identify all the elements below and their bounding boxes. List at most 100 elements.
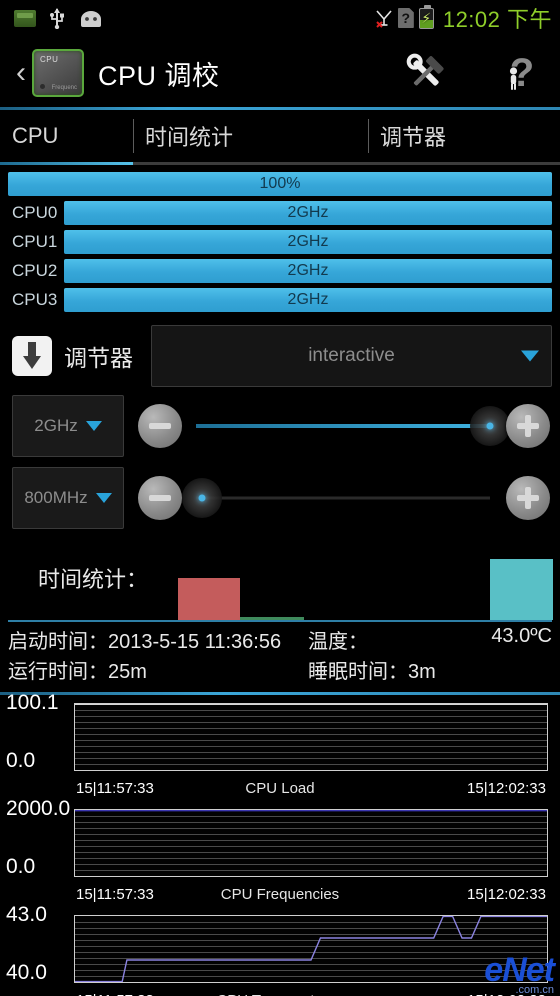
max-frequency-increase-button[interactable] [506, 404, 550, 448]
info-section: 启动时间：2013-5-15 11:36:56 温度： 43.0ºC 运行时间：… [0, 622, 560, 688]
tab-time-stats[interactable]: 时间统计 [133, 110, 368, 162]
min-frequency-select[interactable]: 800MHz [12, 467, 124, 529]
tools-button[interactable] [404, 51, 448, 95]
android-icon [78, 10, 104, 27]
cpu-frequencies-y-min: 0.0 [6, 855, 36, 878]
sdcard-icon [14, 9, 36, 27]
cpu-core-label: CPU1 [12, 232, 58, 251]
sim-unknown-icon: ? [397, 8, 414, 28]
cpu-temperatures-x-right: 15|12:02:33 [467, 992, 546, 996]
governor-label: 调节器 [64, 345, 133, 371]
uptime-label: 运行时间： [8, 660, 108, 683]
time-stats-label: 时间统计： [38, 567, 149, 592]
max-frequency-slider[interactable] [196, 404, 510, 448]
time-stats-bar-red [178, 578, 240, 620]
cpu-temperatures-y-min: 40.0 [6, 961, 47, 984]
tab-time-stats-label: 时间统计 [145, 125, 234, 150]
tab-governor-label: 调节器 [380, 125, 447, 150]
governor-select[interactable]: interactive [151, 325, 552, 387]
cpu-load-x-right: 15|12:02:33 [467, 780, 546, 797]
cpu-frequencies-x-right: 15|12:02:33 [467, 886, 546, 903]
cpu-load-row: 100% [8, 171, 552, 197]
tab-governor[interactable]: 调节器 [368, 110, 560, 162]
sleep-time: 睡眠时间：3m [308, 655, 552, 684]
sleep-time-label: 睡眠时间： [308, 660, 408, 683]
cpu-core-bar-value: 2GHz [287, 291, 329, 308]
time-stats-baseline [8, 620, 552, 622]
cpu-load-plot [74, 703, 548, 771]
section-divider [0, 692, 560, 695]
uptime: 运行时间：25m [8, 655, 308, 684]
status-bar-left-icons [0, 7, 104, 29]
cpu-temperatures-y-max: 43.0 [6, 903, 47, 926]
cpu-frequencies-graph: 2000.0 0.0 15|11:57:33 CPU Frequencies 1… [6, 797, 554, 907]
wrench-hammer-icon [406, 53, 444, 86]
time-stats-bar-teal [490, 559, 553, 620]
max-frequency-select[interactable]: 2GHz [12, 395, 124, 457]
tab-divider [368, 119, 369, 153]
info-row-uptime: 运行时间：25m 睡眠时间：3m [8, 654, 552, 684]
tab-indicator-strip [0, 162, 560, 165]
status-bar: ? ⚡ 12:02 下午 [0, 0, 560, 36]
cpu-frequencies-y-max: 2000.0 [6, 797, 71, 820]
cpu-temperatures-line [75, 916, 547, 982]
uptime-value: 25m [108, 660, 147, 683]
temperature-value: 43.0ºC [491, 624, 552, 647]
max-frequency-decrease-button[interactable] [138, 404, 182, 448]
min-frequency-slider[interactable] [181, 476, 490, 520]
chevron-down-icon [95, 493, 112, 503]
cpu-load-line [75, 704, 547, 770]
cpu-chip-icon[interactable]: CPU Frequenc [32, 49, 84, 97]
min-frequency-slider-thumb[interactable] [181, 478, 222, 518]
action-bar: ‹ CPU Frequenc CPU 调校 ? [0, 36, 560, 110]
governor-select-value: interactive [308, 345, 395, 366]
cpu-core-bar: 2GHz [64, 288, 552, 312]
usb-icon [49, 7, 65, 29]
cpu-core-bar-value: 2GHz [287, 262, 329, 279]
max-frequency-slider-fill [196, 424, 490, 428]
cpu-load-bar-value: 100% [259, 175, 301, 192]
tab-divider [133, 119, 134, 153]
cpu-core-label: CPU2 [12, 261, 58, 280]
download-icon[interactable] [12, 336, 52, 376]
back-button[interactable]: ‹ [12, 58, 30, 88]
cpu-load-bar: 100% [8, 172, 552, 196]
cpu-load-y-min: 0.0 [6, 749, 36, 772]
min-frequency-decrease-button[interactable] [138, 476, 182, 520]
cpu-core-label: CPU3 [12, 290, 58, 309]
min-frequency-increase-button[interactable] [506, 476, 550, 520]
status-bar-right-icons: ? ⚡ 12:02 下午 [375, 0, 552, 36]
page-title: CPU 调校 [98, 60, 220, 91]
min-frequency-row: 800MHz [0, 462, 560, 534]
cpu-core-bar-value: 2GHz [287, 233, 329, 250]
boot-time: 启动时间：2013-5-15 11:36:56 [8, 625, 308, 654]
cpu-chip-icon-dot [40, 84, 45, 89]
cpu-core-bar-value: 2GHz [287, 204, 329, 221]
help-button[interactable]: ? [500, 51, 544, 95]
action-bar-actions: ? [404, 36, 544, 110]
governor-row: 调节器 interactive [0, 316, 560, 390]
cpu-load-y-max: 100.1 [6, 691, 59, 714]
cpu-temperatures-graph: 43.0 40.0 15|11:57:33 CPU Temperatures 1… [6, 903, 554, 996]
cpu-core-row: CPU0 2GHz [8, 200, 552, 226]
person-icon [509, 67, 518, 90]
max-frequency-slider-thumb[interactable] [470, 406, 510, 446]
cpu-core-bar: 2GHz [64, 259, 552, 283]
cpu-bars-section: 100% CPU0 2GHz CPU1 2GHz CPU2 2GHz CPU3 … [0, 165, 560, 313]
chevron-down-icon [85, 421, 102, 431]
boot-time-label: 启动时间： [8, 630, 108, 653]
graphs-section: 100.1 0.0 15|11:57:33 CPU Load 15|12:02:… [0, 691, 560, 996]
min-frequency-value: 800MHz [24, 488, 88, 507]
cpu-core-row: CPU1 2GHz [8, 229, 552, 255]
cpu-core-row: CPU3 2GHz [8, 287, 552, 313]
battery-charging-icon: ⚡ [418, 4, 434, 29]
cpu-chip-icon-sublabel: Frequenc [51, 85, 77, 91]
sleep-time-value: 3m [408, 660, 436, 683]
tab-cpu[interactable]: CPU [0, 110, 133, 162]
cpu-core-row: CPU2 2GHz [8, 258, 552, 284]
info-row-boot: 启动时间：2013-5-15 11:36:56 温度： 43.0ºC [8, 624, 552, 654]
cpu-chip-icon-label: CPU [40, 55, 59, 64]
time-stats-section: 时间统计： [0, 534, 560, 622]
cpu-frequencies-plot [74, 809, 548, 877]
max-frequency-row: 2GHz [0, 390, 560, 462]
